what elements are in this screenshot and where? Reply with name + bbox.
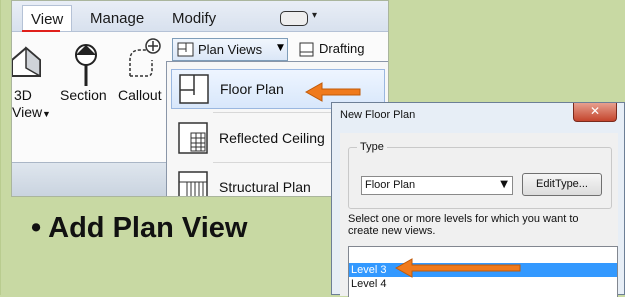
menu-item-structural-plan-label: Structural Plan [219, 179, 311, 195]
type-select-value: Floor Plan [365, 179, 416, 191]
section-label[interactable]: Section [60, 87, 107, 103]
levels-description: Select one or more levels for which you … [348, 213, 579, 237]
3d-view-label-line1[interactable]: 3D [14, 87, 32, 103]
tab-manage[interactable]: Manage [90, 10, 144, 27]
quick-access-dropdown-icon[interactable]: ▾ [312, 10, 317, 21]
callout-arrow-icon [304, 82, 361, 102]
type-select[interactable]: Floor Plan ▼ [361, 176, 513, 195]
ribbon-tab-bar: View Manage Modify ▾ [12, 1, 388, 32]
quick-access-icon[interactable] [280, 11, 308, 26]
callout-icon[interactable] [122, 36, 162, 84]
chevron-down-icon: ▼ [500, 179, 508, 190]
menu-item-reflected-ceiling-label: Reflected Ceiling [219, 130, 325, 146]
plan-views-icon [177, 42, 194, 57]
3d-view-icon[interactable] [11, 42, 46, 82]
dialog-title: New Floor Plan [340, 109, 416, 121]
plan-views-label: Plan Views [198, 42, 263, 57]
callout-arrow-icon [394, 258, 521, 278]
structural-plan-icon [178, 171, 208, 196]
tab-modify[interactable]: Modify [172, 10, 216, 27]
new-floor-plan-dialog: New Floor Plan ✕ Type Floor Plan ▼ EditT… [331, 102, 625, 297]
menu-item-floor-plan-label: Floor Plan [220, 81, 284, 97]
bullet-text: Add Plan View [48, 212, 248, 244]
plan-views-dropdown-icon: ▼ [277, 43, 284, 53]
3d-view-dropdown-icon[interactable]: ▼ [42, 109, 51, 119]
close-button[interactable]: ✕ [573, 103, 617, 122]
tab-view[interactable]: View [22, 5, 73, 31]
type-group: Type Floor Plan ▼ EditType... [348, 141, 612, 209]
reflected-ceiling-plan-icon [178, 122, 208, 154]
type-group-label: Type [357, 141, 387, 153]
drafting-view-label[interactable]: Drafting [319, 41, 365, 56]
ribbon-lower-strip [12, 162, 166, 196]
3d-view-label-line2[interactable]: View [12, 104, 42, 120]
floor-plan-icon [179, 74, 209, 104]
list-item-level-4[interactable]: Level 4 [349, 277, 617, 291]
edit-type-button[interactable]: EditType... [522, 173, 602, 196]
plan-views-button[interactable]: Plan Views ▼ [172, 38, 288, 61]
section-icon[interactable] [69, 38, 103, 88]
bullet-marker: • [31, 212, 42, 244]
drafting-view-icon[interactable] [299, 42, 315, 58]
callout-label[interactable]: Callout [118, 87, 162, 103]
bullet-point: • Add Plan View [31, 212, 247, 245]
